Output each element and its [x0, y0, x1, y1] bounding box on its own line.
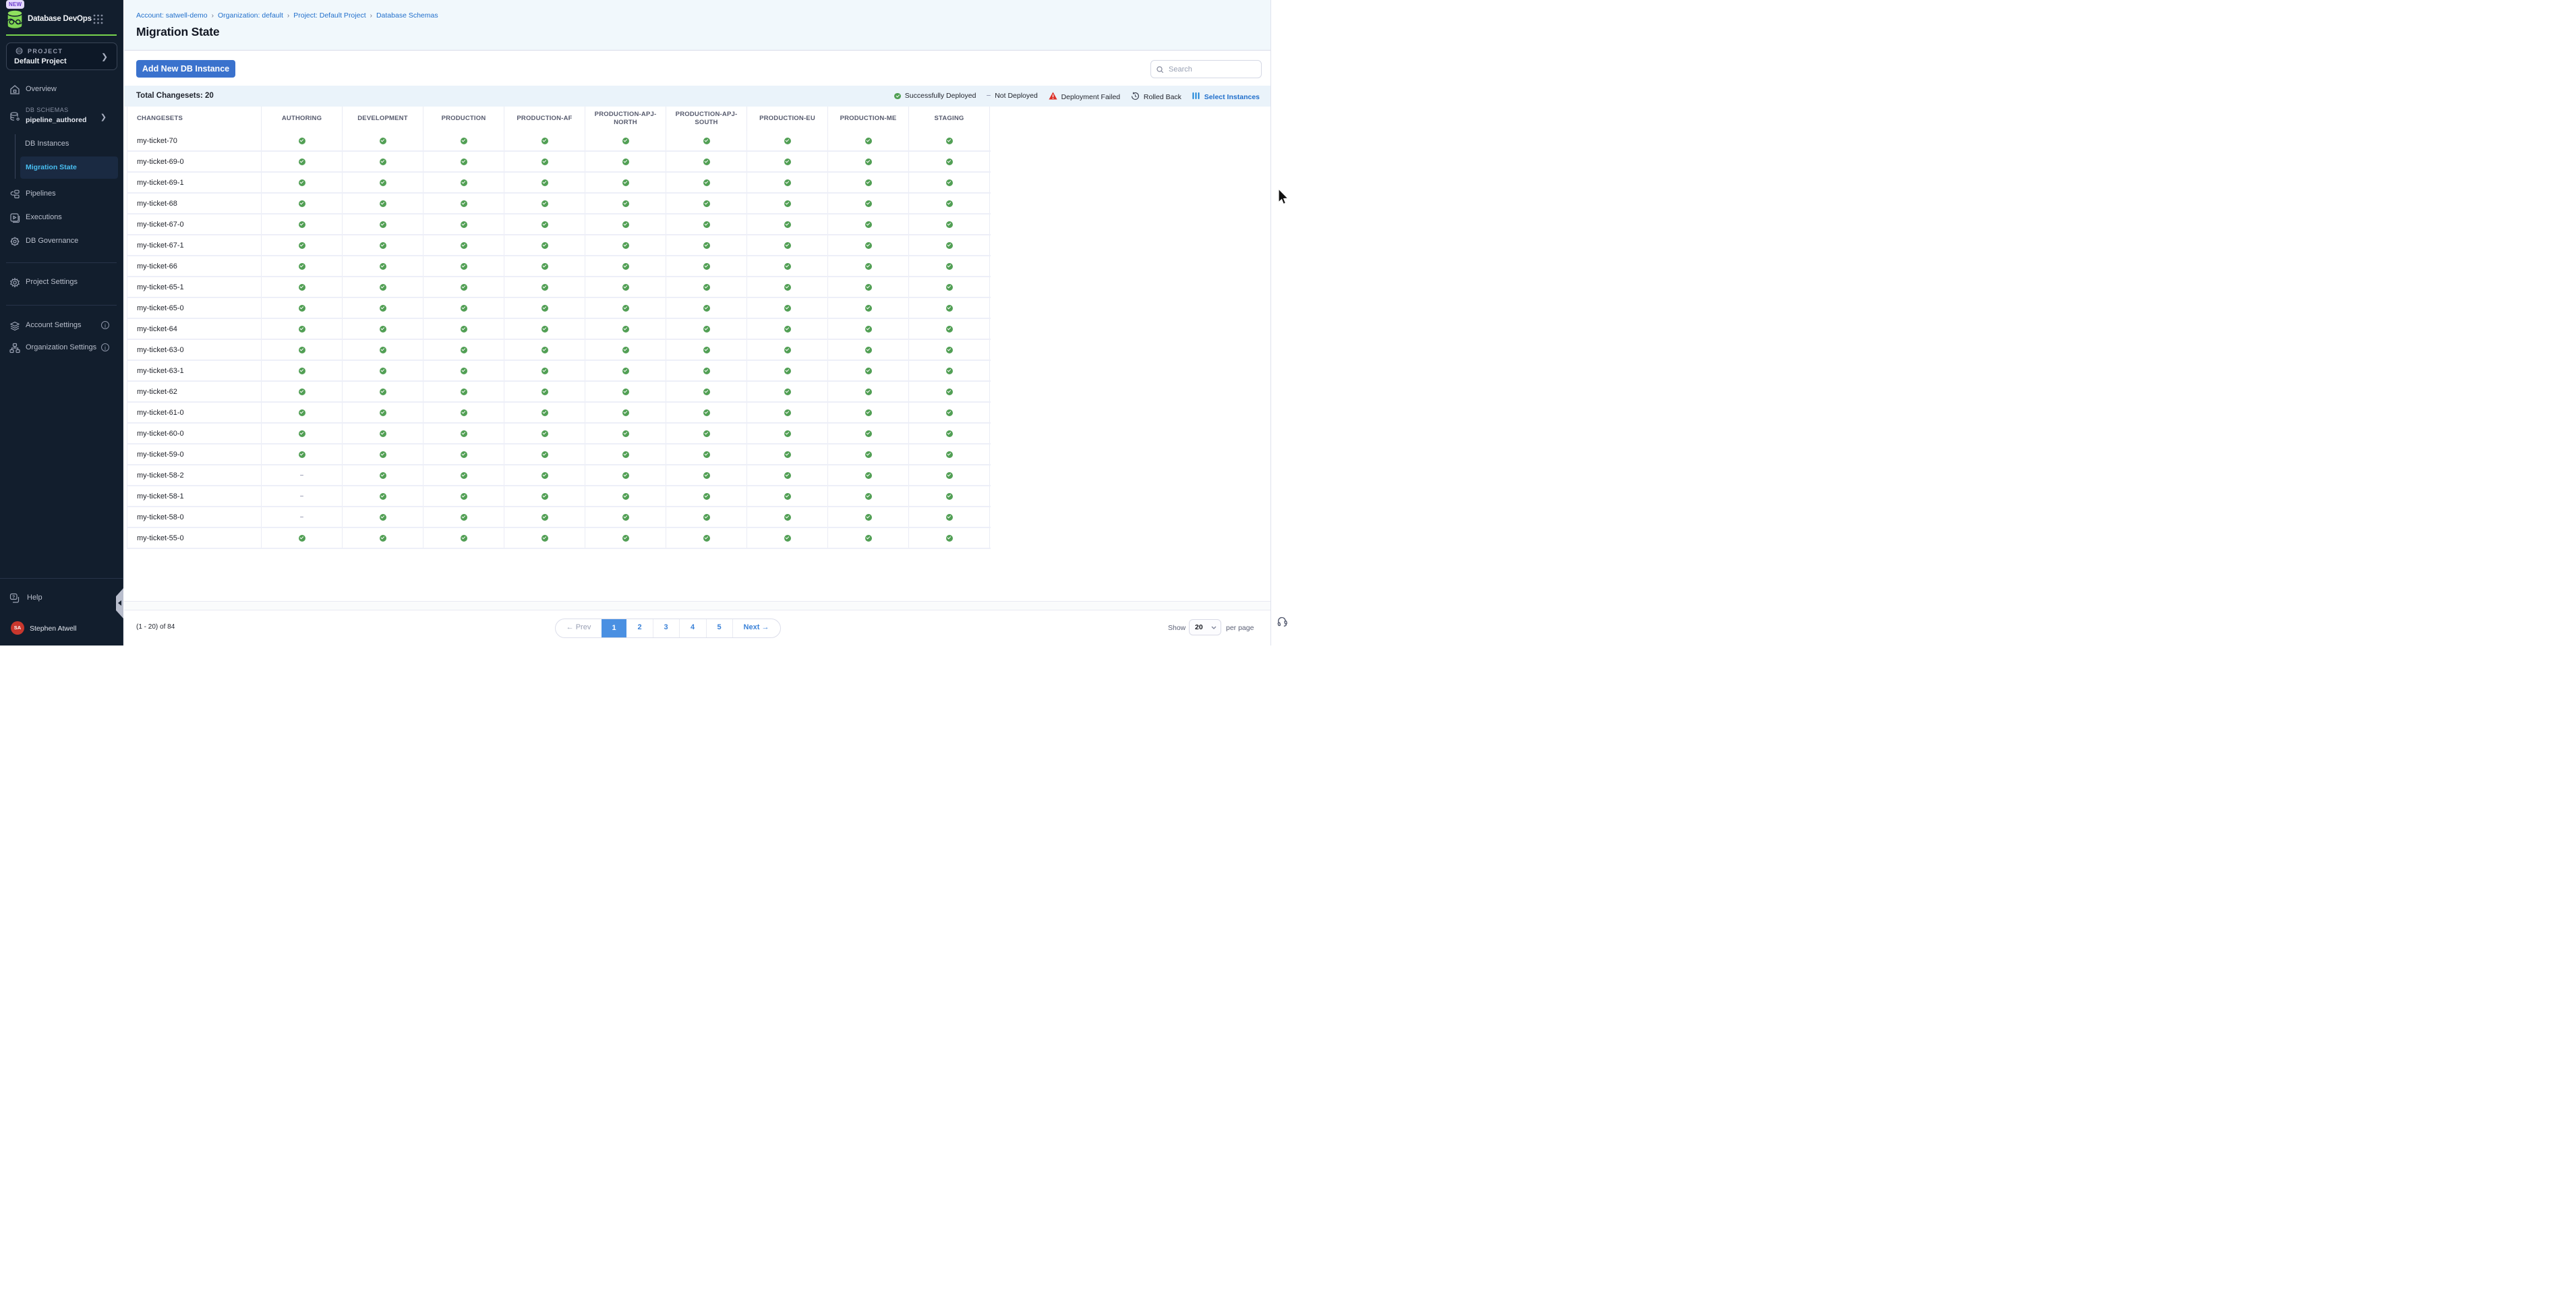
- svg-text:?: ?: [12, 595, 15, 600]
